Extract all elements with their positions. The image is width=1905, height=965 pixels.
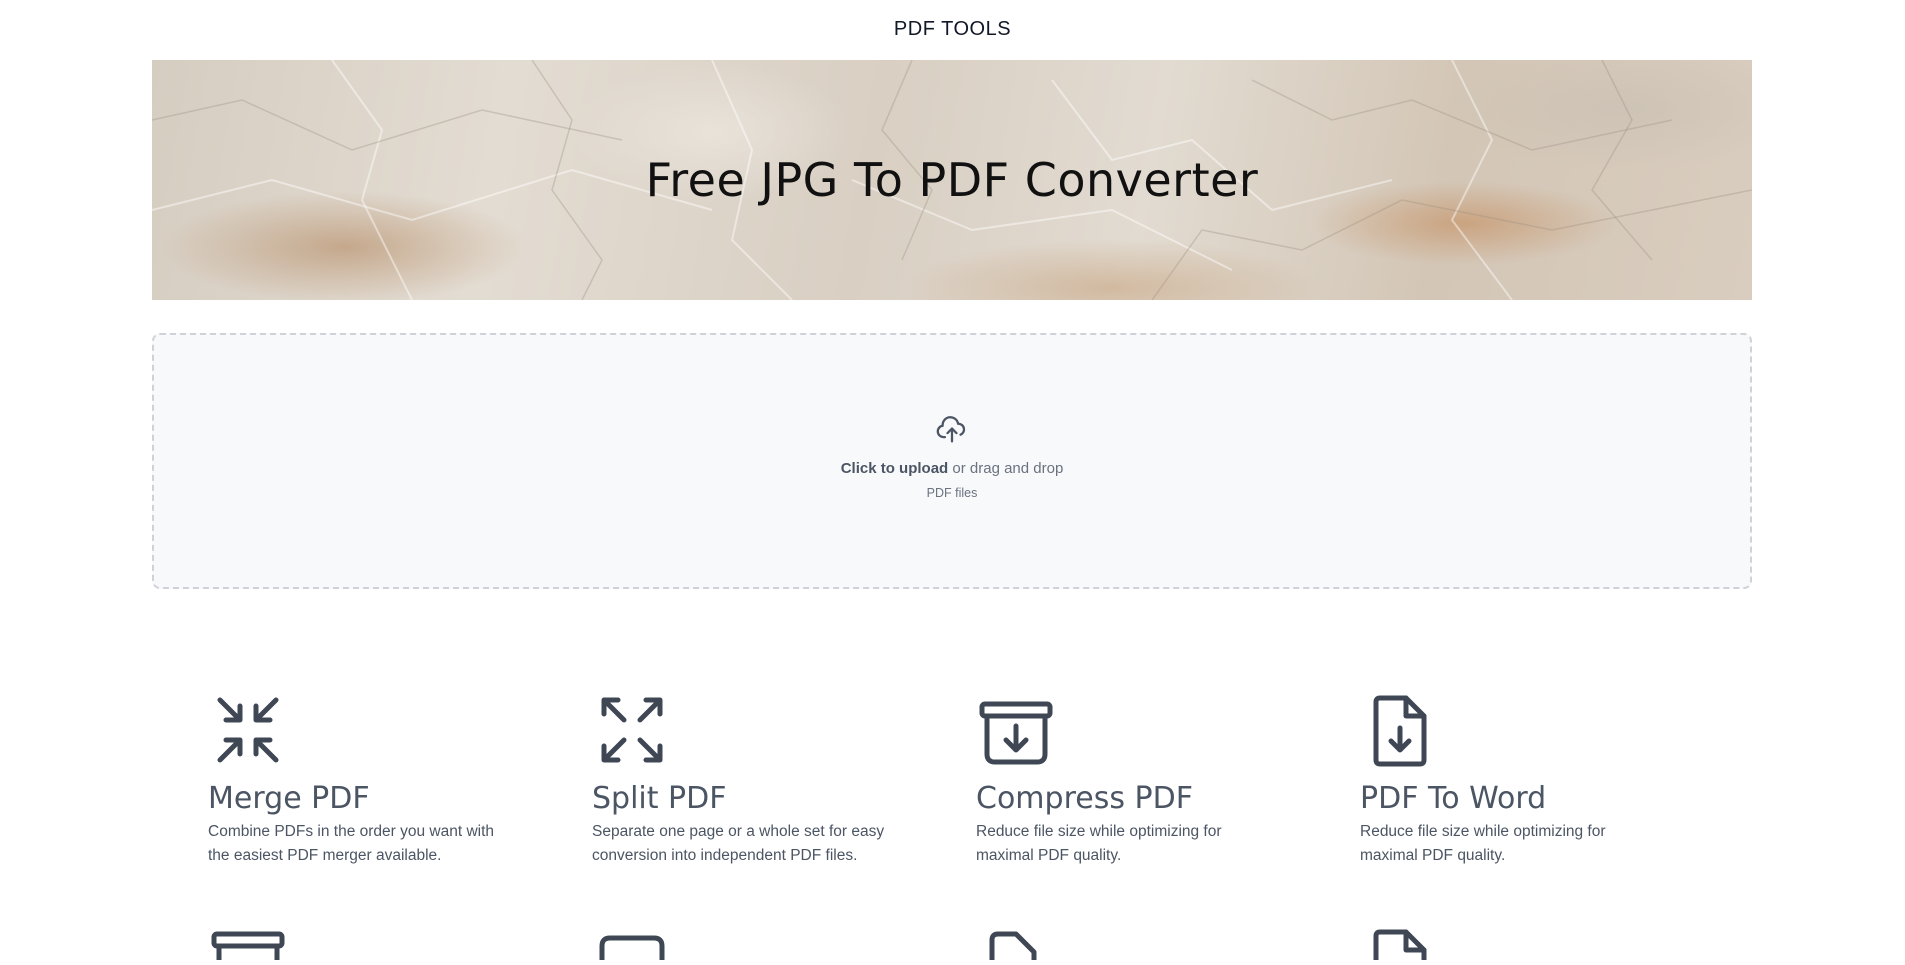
arrows-out-icon bbox=[592, 690, 932, 770]
archive-icon bbox=[208, 930, 288, 965]
tool-description-line: maximal PDF quality. bbox=[976, 847, 1122, 864]
tool-card-merge-pdf[interactable]: Merge PDF Combine PDFs in the order you … bbox=[208, 690, 548, 868]
hero-title: Free JPG To PDF Converter bbox=[645, 153, 1259, 207]
drag-drop-text: or drag and drop bbox=[948, 459, 1064, 477]
file-icon bbox=[976, 930, 1056, 965]
tool-name: PDF To Word bbox=[1360, 781, 1547, 816]
archive-down-icon bbox=[976, 690, 1316, 770]
tool-description-line: Reduce file size while optimizing for bbox=[976, 823, 1222, 840]
tool-description: Reduce file size while optimizing for ma… bbox=[976, 820, 1316, 868]
tool-description-line: Reduce file size while optimizing for bbox=[1360, 823, 1606, 840]
top-bar: PDF TOOLS bbox=[0, 0, 1905, 60]
tool-description-line: Combine PDFs in the order you want with bbox=[208, 823, 495, 840]
upload-dropzone[interactable]: Click to upload or drag and drop PDF fil… bbox=[152, 333, 1752, 589]
click-to-upload-link[interactable]: Click to upload bbox=[841, 460, 949, 477]
monitor-icon bbox=[592, 934, 672, 965]
tool-description: Reduce file size while optimizing for ma… bbox=[1360, 820, 1700, 868]
file-download-icon bbox=[1360, 690, 1700, 770]
tool-card-pdf-to-word[interactable]: PDF To Word Reduce file size while optim… bbox=[1360, 690, 1700, 868]
arrows-in-icon bbox=[208, 690, 548, 770]
tool-description-line: the easiest PDF merger available. bbox=[208, 847, 442, 864]
tools-grid: Merge PDF Combine PDFs in the order you … bbox=[208, 690, 1748, 963]
tool-description-line: Separate one page or a whole set for eas… bbox=[592, 823, 885, 840]
tool-description-line: conversion into independent PDF files. bbox=[592, 847, 858, 864]
brand-title[interactable]: PDF TOOLS bbox=[894, 18, 1011, 41]
tool-description-line: maximal PDF quality. bbox=[1360, 847, 1506, 864]
tool-description: Separate one page or a whole set for eas… bbox=[592, 820, 932, 868]
cloud-upload-icon bbox=[935, 415, 969, 452]
hero-banner: Free JPG To PDF Converter bbox=[152, 60, 1752, 300]
tool-description: Combine PDFs in the order you want with … bbox=[208, 820, 548, 868]
tool-card-split-pdf[interactable]: Split PDF Separate one page or a whole s… bbox=[592, 690, 932, 868]
tool-name: Compress PDF bbox=[976, 781, 1193, 816]
tool-card-compress-pdf[interactable]: Compress PDF Reduce file size while opti… bbox=[976, 690, 1316, 868]
tool-name: Merge PDF bbox=[208, 781, 370, 816]
upload-instructions: Click to upload or drag and drop bbox=[841, 460, 1064, 477]
upload-hint: PDF files bbox=[926, 485, 978, 500]
file-icon bbox=[1360, 926, 1440, 965]
tool-name: Split PDF bbox=[592, 781, 727, 816]
